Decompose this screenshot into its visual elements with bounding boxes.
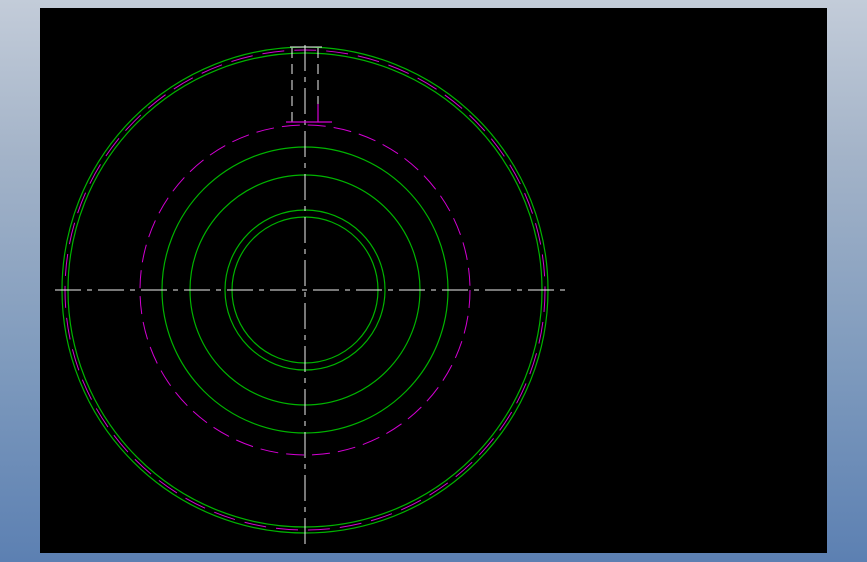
drawing-canvas[interactable] bbox=[40, 8, 827, 553]
cad-drawing bbox=[55, 45, 565, 545]
window-frame bbox=[0, 0, 867, 562]
